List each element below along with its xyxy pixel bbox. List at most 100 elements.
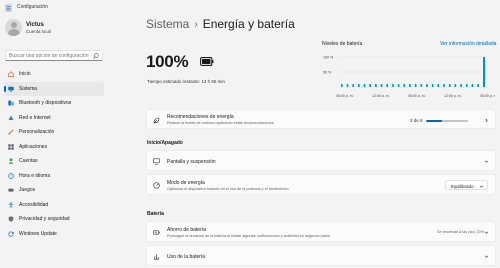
- apps-icon: [8, 144, 14, 150]
- section-power: Inicio/Apagado: [147, 140, 183, 146]
- battery-level-bar: [414, 84, 417, 87]
- energy-recommendations-card[interactable]: Recomendaciones de energía Reduce la hue…: [146, 109, 496, 129]
- battery-level-bar: [392, 84, 394, 87]
- system-icon: [8, 86, 14, 92]
- battery-level-bar: [454, 84, 457, 87]
- battery-levels-title: Niveles de batería: [322, 41, 363, 47]
- settings-app-icon: [5, 4, 12, 12]
- sidebar-nav: Inicio Sistema Bluetooth y dispositivos …: [4, 67, 104, 241]
- power-mode-value: Equilibrado: [451, 183, 474, 189]
- battery-level-bar: [375, 84, 377, 87]
- accessibility-icon: [8, 201, 14, 208]
- sidebar-item-label: Hora e idioma: [19, 172, 51, 179]
- brush-icon: [8, 129, 14, 135]
- power-mode-subtitle: Optimizar el dispositivo basado en el us…: [167, 187, 289, 191]
- breadcrumb-separator: ›: [194, 18, 198, 30]
- sidebar-item-label: Privacidad y seguridad: [19, 216, 70, 223]
- sidebar-item-label: Accesibilidad: [19, 201, 49, 208]
- battery-level-bar: [426, 84, 428, 87]
- recommendations-subtitle: Reduce la huella de carbono aplicando es…: [167, 121, 274, 125]
- avatar: [5, 19, 22, 36]
- x-tick-label: 06:00 a. m.: [408, 94, 426, 98]
- home-icon: [8, 71, 14, 78]
- battery-level-bar: [386, 84, 389, 87]
- breadcrumb-parent[interactable]: Sistema: [146, 17, 189, 31]
- chevron-down-icon[interactable]: [484, 159, 489, 164]
- sidebar-item-inicio[interactable]: Inicio: [4, 67, 104, 82]
- power-mode-icon: [153, 182, 160, 189]
- sidebar-item-red[interactable]: Red e Internet: [4, 111, 104, 126]
- search-icon[interactable]: [93, 53, 99, 59]
- sidebar-item-windows-update[interactable]: Windows Update: [4, 227, 104, 242]
- page-title: Energía y batería: [202, 17, 295, 31]
- battery-level-bar: [380, 84, 383, 87]
- recommendations-count: 3 de 8: [410, 118, 423, 123]
- bar-chart-icon: [153, 254, 160, 260]
- battery-level-bar: [437, 84, 440, 87]
- sidebar-item-accesibilidad[interactable]: Accesibilidad: [4, 198, 104, 213]
- sidebar-item-label: Sistema: [19, 85, 38, 92]
- chevron-down-icon[interactable]: [484, 254, 489, 259]
- time-remaining: Tiempo estimado restante: 13 h 55 min: [147, 79, 225, 84]
- battery-level-bar-current: [483, 57, 486, 87]
- battery-saver-status: Se enciende a las (sic) 20%: [437, 230, 485, 234]
- search-box[interactable]: [5, 50, 103, 61]
- user-name: Victus: [26, 21, 44, 28]
- screen-sleep-card[interactable]: Pantalla y suspensión: [146, 150, 496, 171]
- chevron-right-icon[interactable]: [484, 118, 489, 123]
- sidebar-item-personalizacion[interactable]: Personalización: [4, 125, 104, 140]
- title-bar: Configuración: [0, 0, 500, 16]
- sidebar-item-label: Inicio: [19, 71, 31, 78]
- battery-level-bar: [409, 84, 411, 87]
- battery-level-bar: [363, 84, 366, 87]
- x-tick-label: 12:00 p. m.: [444, 94, 462, 98]
- battery-level-bar: [346, 84, 349, 87]
- network-icon: [8, 115, 14, 120]
- battery-level-bar: [403, 84, 406, 87]
- sidebar-item-label: Bluetooth y dispositivos: [19, 100, 72, 107]
- sidebar-item-aplicaciones[interactable]: Aplicaciones: [4, 140, 104, 155]
- sidebar-item-bluetooth[interactable]: Bluetooth y dispositivos: [4, 96, 104, 111]
- search-input[interactable]: [9, 52, 91, 60]
- sidebar-item-cuentas[interactable]: Cuentas: [4, 154, 104, 169]
- view-details-link[interactable]: Ver información detallada: [440, 41, 496, 47]
- sidebar-item-juegos[interactable]: Juegos: [4, 183, 104, 198]
- sidebar-item-privacidad[interactable]: Privacidad y seguridad: [4, 212, 104, 227]
- x-tick-label: 06:00 p. m.: [480, 94, 495, 98]
- battery-percentage: 100%: [146, 52, 189, 71]
- battery-level-bar: [443, 84, 445, 87]
- battery-level-bar: [341, 84, 343, 87]
- battery-level-bar: [358, 84, 360, 87]
- window-title: Configuración: [17, 4, 48, 10]
- gamepad-icon: [8, 188, 14, 192]
- sidebar-item-label: Red e Internet: [19, 114, 51, 121]
- accounts-icon: [8, 158, 14, 164]
- screen-sleep-title: Pantalla y suspensión: [167, 159, 216, 165]
- power-mode-dropdown[interactable]: Equilibrado: [445, 180, 488, 190]
- battery-saver-subtitle: Prolongue la duración de la batería al l…: [167, 234, 330, 238]
- sidebar-item-label: Personalización: [19, 129, 55, 136]
- sidebar-item-sistema[interactable]: Sistema: [4, 81, 104, 96]
- battery-level-bar: [477, 84, 479, 87]
- battery-usage-card[interactable]: Uso de la batería: [146, 245, 496, 266]
- x-tick-label: 12:00 a. m.: [372, 94, 390, 98]
- chevron-down-icon: [479, 185, 484, 188]
- sidebar-item-hora[interactable]: Hora e idioma: [4, 169, 104, 184]
- user-account-type: Cuenta local: [26, 28, 52, 34]
- power-mode-title: Modo de energía: [167, 180, 205, 186]
- monitor-icon: [153, 158, 160, 165]
- battery-level-bar: [460, 84, 462, 87]
- leaf-icon: [153, 117, 160, 123]
- user-profile[interactable]: Victus Cuenta local: [5, 19, 51, 36]
- battery-level-bar: [352, 84, 354, 87]
- chevron-down-icon[interactable]: [484, 230, 489, 235]
- y-tick-label: 100 %: [323, 55, 334, 59]
- x-tick-label: 06:00 p. m.: [336, 94, 354, 98]
- battery-saver-card[interactable]: Ahorro de batería Prolongue la duración …: [146, 221, 496, 242]
- sidebar-item-label: Cuentas: [19, 158, 38, 165]
- recommendations-progress: [426, 120, 468, 122]
- sidebar-item-label: Windows Update: [19, 230, 57, 237]
- sidebar-item-label: Aplicaciones: [19, 143, 48, 150]
- shield-icon: [8, 216, 14, 222]
- battery-level-bar: [420, 84, 423, 87]
